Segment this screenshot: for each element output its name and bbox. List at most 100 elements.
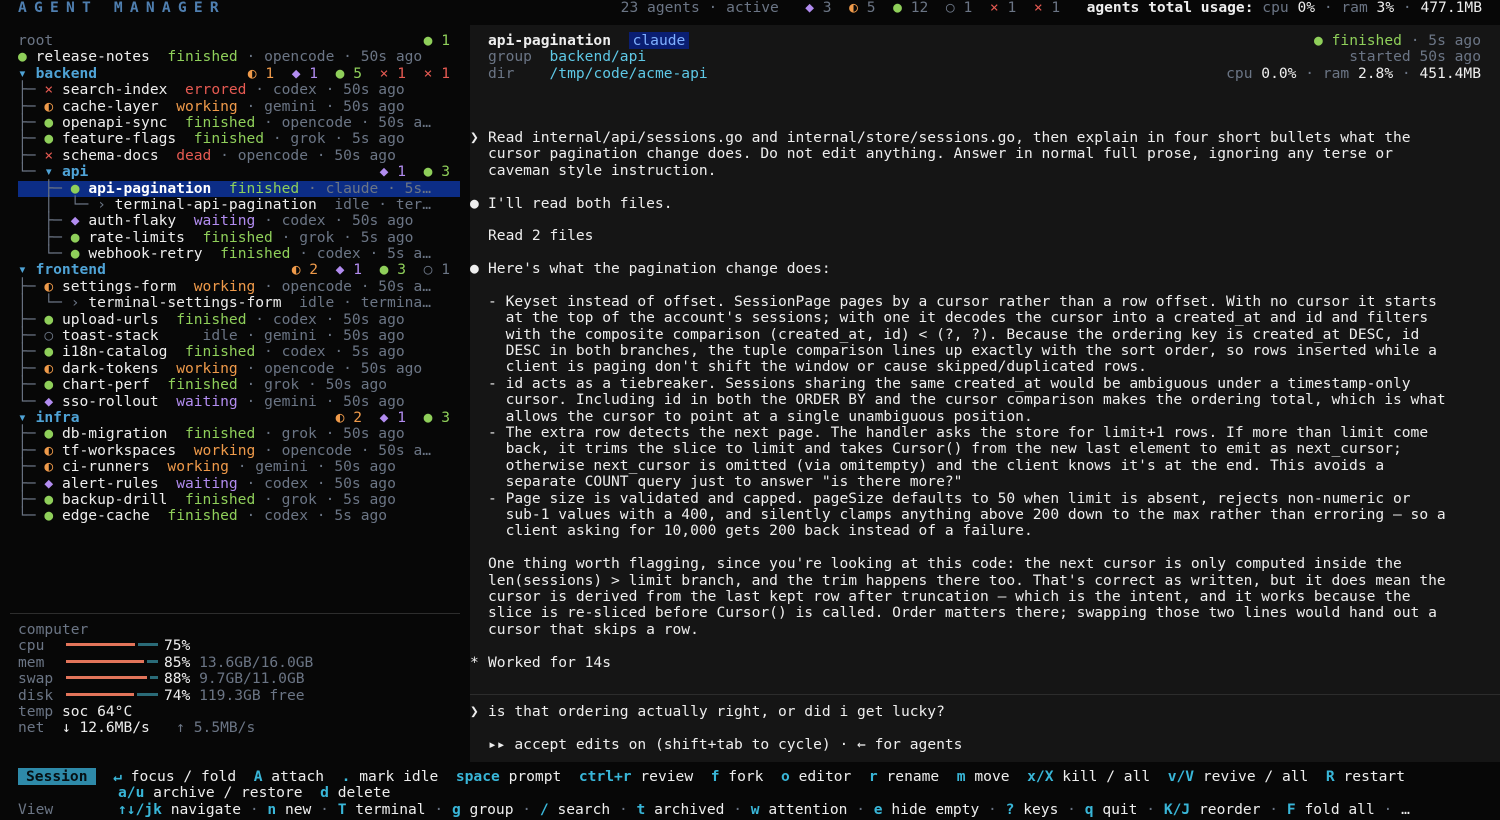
group-frontend[interactable]: ▾ frontend ◐ 2 ◆ 1 ● 3 ○ 1 (18, 262, 460, 278)
keybinding-group[interactable]: g group (452, 801, 514, 818)
user-message-line: ❯ Read internal/api/sessions.go and inter… (470, 129, 1411, 146)
closing-line: cursor that skips a row. (488, 620, 699, 638)
terminal-row[interactable]: │ └─ › terminal-settings-form idle · ter… (18, 295, 460, 311)
keybinding-rename[interactable]: r rename (869, 768, 939, 785)
session-section-tag: Session (18, 768, 96, 785)
group-api[interactable]: └─ ▾ api ◆ 1 ● 3 (18, 163, 460, 180)
keybinding-search[interactable]: / search (540, 801, 610, 818)
keybinding-review[interactable]: ctrl+r review (579, 768, 693, 785)
mem-bar (65, 659, 158, 663)
app-title: AGENT MANAGER (18, 0, 226, 16)
bullet-line: client asking for 10,000 gets 200 back i… (488, 522, 1033, 540)
key-label: K/J (1163, 800, 1191, 818)
agent-row[interactable]: ├─ ● db-migration finished · grok · 50s … (18, 426, 460, 442)
tool-summary: Read 2 files (488, 227, 594, 245)
agent-row[interactable]: ├─ ◐ settings-form working · opencode · … (18, 278, 460, 295)
keybinding--[interactable]: … (1401, 801, 1410, 818)
key-action: delete (337, 784, 391, 802)
edit-mode-indicator[interactable]: ▸▸ accept edits on (shift+tab to cycle) … (470, 736, 1500, 753)
agent-row[interactable]: ├─ ● i18n-catalog finished · codex · 5s … (18, 344, 460, 360)
agent-row-release-notes[interactable]: ● release-notes finished · opencode · 50… (18, 49, 460, 65)
agent-row[interactable]: ├─ ◐ dark-tokens working · opencode · 50… (18, 360, 460, 377)
session-panel: api-pagination claude group backend/api … (470, 25, 1500, 762)
key-action: focus / fold (130, 768, 237, 785)
key-action: fold all (1304, 800, 1375, 818)
key-label: r (868, 768, 878, 785)
mem-row: mem 85% 13.6GB/16.0GB (18, 653, 314, 671)
keybinding-help: Session ↵ focus / fold A attach . mark i… (18, 768, 1410, 818)
bullet-line: - Keyset instead of offset. SessionPage … (488, 292, 1437, 310)
transcript: ❯ Read internal/api/sessions.go and inter… (470, 129, 1500, 671)
agent-row[interactable]: ├─ × schema-docs dead · opencode · 50s a… (18, 147, 460, 164)
bullet-line: client is paging don't shift the window … (488, 358, 1147, 376)
keybinding-terminal[interactable]: T terminal (338, 801, 426, 818)
agent-row[interactable]: ├─ ○ toast-stack idle · gemini · 50s ago (18, 327, 460, 344)
agent-row[interactable]: ├─ ● backup-drill finished · grok · 5s a… (18, 491, 460, 508)
key-label: w (750, 800, 760, 818)
keybinding-restart[interactable]: R restart (1326, 768, 1405, 785)
prompt-input[interactable]: ❯ is that ordering actually right, or did… (470, 703, 1500, 720)
keybinding-fork[interactable]: f fork (711, 768, 764, 785)
keybinding-mark-idle[interactable]: . mark idle (342, 768, 439, 785)
keybinding-navigate[interactable]: ↑↓/jk navigate (118, 801, 241, 818)
keybinding-prompt[interactable]: space prompt (456, 768, 561, 785)
closing-line: len(sessions) > limit branch, and the tr… (488, 571, 1446, 589)
keybinding-attach[interactable]: A attach (254, 768, 324, 785)
agent-row[interactable]: ├─ ◐ ci-runners working · gemini · 50s a… (18, 458, 460, 475)
key-action: move (974, 768, 1010, 785)
agent-row[interactable]: ├─ ● openapi-sync finished · opencode · … (18, 114, 460, 131)
prompt-chevron-icon: ❯ (470, 129, 479, 146)
key-action: revive / all (1202, 768, 1309, 785)
agent-row[interactable]: ├─ ◐ cache-layer working · gemini · 50s … (18, 98, 460, 115)
key-label: A (253, 768, 263, 785)
agent-row[interactable]: ├─ × search-index errored · codex · 50s … (18, 81, 460, 98)
agent-row[interactable]: ├─ ● feature-flags finished · grok · 5s … (18, 131, 460, 147)
keybinding-archived[interactable]: t archived (637, 801, 725, 818)
agent-row[interactable]: ├─ ◐ tf-workspaces working · opencode · … (18, 442, 460, 459)
keybinding-archive-restore[interactable]: a/u archive / restore (118, 784, 303, 801)
bullet-line: otherwise next_cursor is omitted (via om… (488, 456, 1385, 474)
tree-root[interactable]: root ● 1 (18, 32, 460, 49)
keybinding-reorder[interactable]: K/J reorder (1164, 801, 1261, 818)
keybinding-revive-all[interactable]: v/V revive / all (1168, 768, 1309, 785)
agent-row[interactable]: ├─ ● chart-perf finished · grok · 50s ag… (18, 377, 460, 393)
bullet-line: with the composite comparison (created_a… (488, 325, 1420, 343)
group-infra[interactable]: ▾ infra ◐ 2 ◆ 1 ● 3 (18, 409, 460, 426)
swap-row: swap 88% 9.7GB/11.0GB (18, 670, 305, 688)
group-backend[interactable]: ▾ backend ◐ 1 ◆ 1 ● 5 × 1 × 1 (18, 65, 460, 82)
keybinding-quit[interactable]: q quit (1085, 801, 1138, 818)
asterisk-icon: * (470, 653, 479, 671)
keybinding-editor[interactable]: o editor (781, 768, 851, 785)
keybinding-focus-fold[interactable]: ↵ focus / fold (113, 768, 236, 785)
agent-row[interactable]: └─ ● edge-cache finished · codex · 5s ag… (18, 508, 460, 524)
agent-row[interactable]: └─ ● webhook-retry finished · codex · 5s… (18, 245, 460, 262)
computer-panel: computer cpu 75% mem 85% 13.6GB/16.0GB s… (18, 621, 458, 737)
agent-row[interactable]: ├─ ● rate-limits finished · grok · 5s ag… (18, 229, 460, 246)
bullet-icon: ● (470, 260, 479, 278)
keybinding-hide-empty[interactable]: e hide empty (874, 801, 979, 818)
panel-divider (10, 613, 460, 614)
bullet-line: back, it trims the slice to limit and ta… (488, 440, 1402, 458)
keybinding-new[interactable]: n new (267, 801, 311, 818)
keybinding-move[interactable]: m move (957, 768, 1010, 785)
key-label: t (636, 800, 646, 818)
keybinding-delete[interactable]: d delete (320, 784, 390, 801)
agent-row-selected[interactable]: ├─ ● api-pagination finished · claude · … (18, 180, 460, 197)
agent-row[interactable]: ├─ ◆ auth-flaky waiting · codex · 50s ag… (18, 213, 460, 229)
keybinding-attention[interactable]: w attention (751, 801, 848, 818)
key-label: ? (1005, 800, 1015, 818)
session-name: api-pagination (488, 32, 612, 49)
agent-row[interactable]: └─ ◆ sso-rollout waiting · gemini · 50s … (18, 393, 460, 410)
keybinding-keys[interactable]: ? keys (1006, 801, 1059, 818)
key-action: fork (728, 768, 764, 785)
agent-tree: root ● 1 ● release-notes finished · openc… (18, 32, 460, 525)
terminal-row[interactable]: │ └─ › terminal-api-pagination idle · te… (18, 196, 460, 213)
keybinding-fold-all[interactable]: F fold all (1287, 801, 1375, 818)
key-label: f (710, 768, 720, 785)
bullet-line: allows the cursor to point at a single u… (488, 407, 1033, 425)
agent-row[interactable]: ├─ ● upload-urls finished · codex · 50s … (18, 311, 460, 328)
keybinding-kill-all[interactable]: x/X kill / all (1027, 768, 1150, 785)
usage-label: agents total usage: (1086, 0, 1254, 16)
agent-row[interactable]: ├─ ◆ alert-rules waiting · codex · 50s a… (18, 475, 460, 492)
prompt-chevron-icon: ❯ (470, 703, 479, 720)
